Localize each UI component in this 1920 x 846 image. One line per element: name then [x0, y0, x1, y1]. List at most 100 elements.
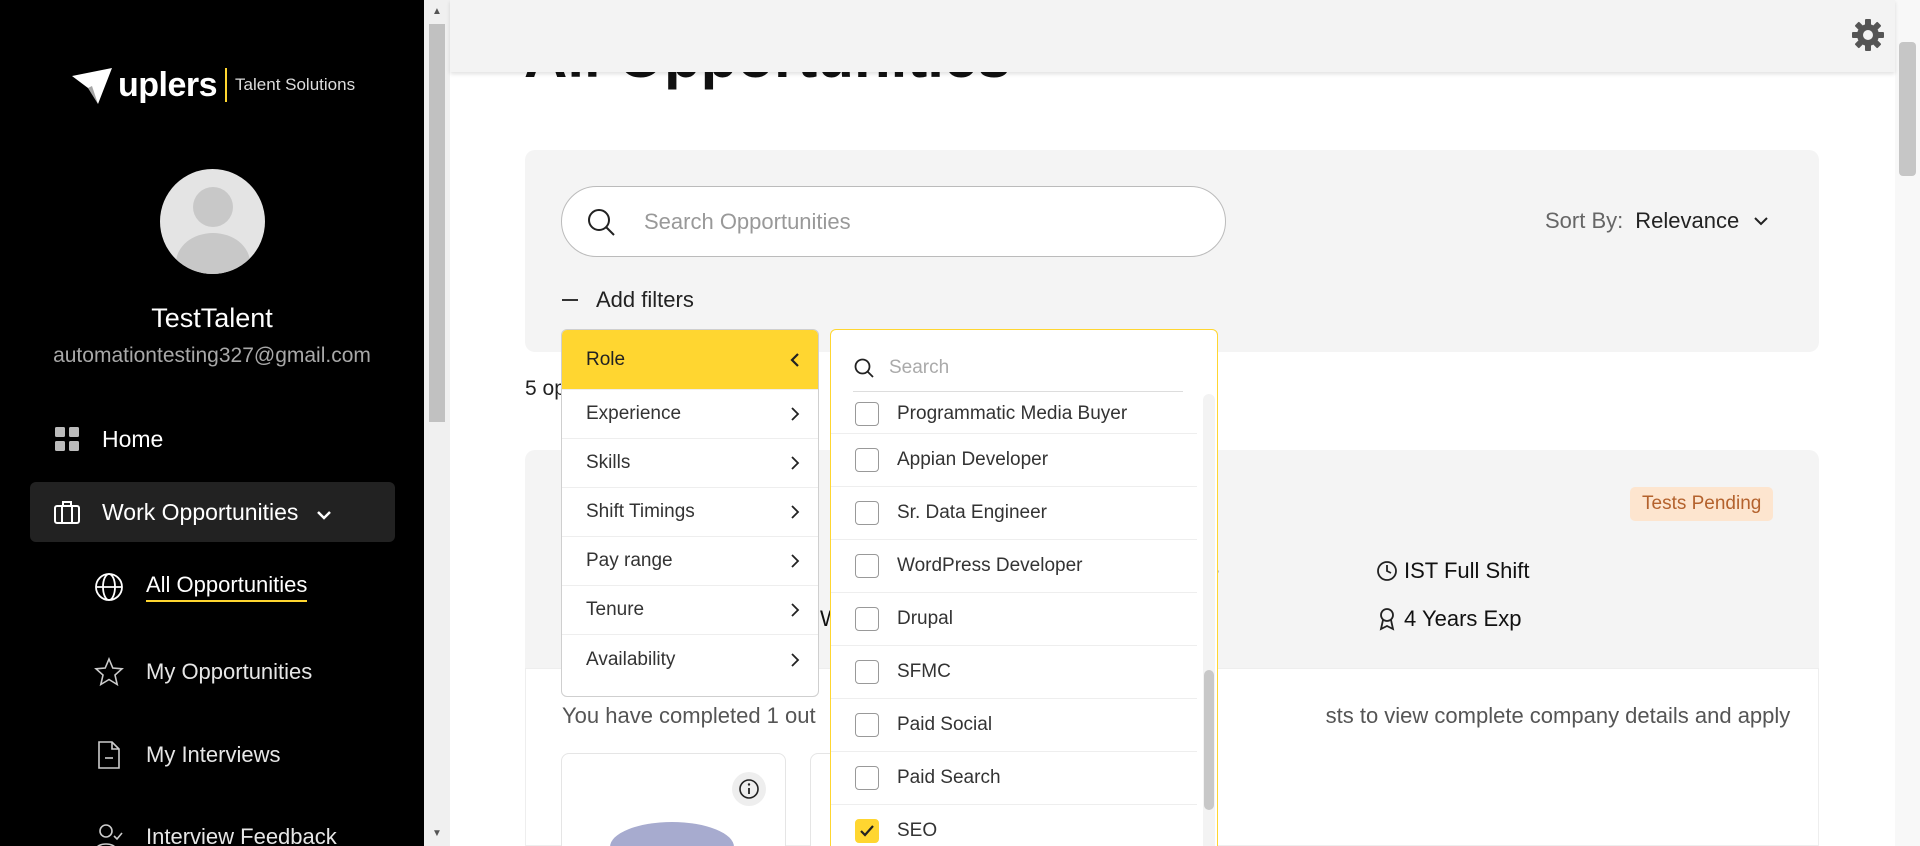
- page-scrollbar[interactable]: ▲ ▼: [424, 0, 450, 846]
- role-option[interactable]: WordPress Developer: [831, 540, 1197, 593]
- add-filters-toggle[interactable]: Add filters: [562, 287, 694, 313]
- role-search-input[interactable]: [889, 356, 1169, 379]
- chevron-down-icon: [316, 499, 332, 526]
- filter-category-label: Tenure: [586, 599, 645, 620]
- role-option[interactable]: SFMC: [831, 646, 1197, 699]
- role-option[interactable]: Drupal: [831, 593, 1197, 646]
- role-option[interactable]: Appian Developer: [831, 434, 1197, 487]
- role-option-label: Sr. Data Engineer: [897, 502, 1047, 523]
- sort-label: Sort By:: [1545, 208, 1624, 233]
- shift-info: IST Full Shift: [1376, 558, 1530, 584]
- filter-category-label: Experience: [586, 403, 682, 424]
- avatar[interactable]: [160, 169, 265, 274]
- role-option-label: WordPress Developer: [897, 555, 1083, 576]
- role-option-label: Appian Developer: [897, 449, 1049, 470]
- search-input[interactable]: [644, 208, 1164, 235]
- minus-icon: [562, 299, 578, 301]
- checkbox-checked[interactable]: [855, 819, 879, 843]
- options-scrollbar[interactable]: [1203, 394, 1215, 846]
- top-bar: [450, 0, 1895, 72]
- role-option[interactable]: SEO: [831, 805, 1197, 846]
- content-scrollbar[interactable]: [1895, 0, 1920, 846]
- sub-nav-my-opportunities[interactable]: My Opportunities: [92, 655, 312, 689]
- results-count: 5 op: [525, 377, 566, 400]
- star-icon: [92, 655, 126, 689]
- sub-nav-my-interviews[interactable]: My Interviews: [92, 738, 280, 772]
- sub-nav-interviews-label: My Interviews: [146, 742, 281, 767]
- gear-icon[interactable]: [1851, 18, 1885, 52]
- sub-nav-all-label: All Opportunities: [146, 572, 308, 602]
- scroll-down-arrow-icon[interactable]: ▼: [424, 824, 450, 842]
- filter-category-label: Role: [586, 348, 626, 370]
- avatar-head: [193, 187, 233, 227]
- user-check-icon: [92, 820, 126, 846]
- chevron-right-icon: [791, 652, 800, 667]
- globe-icon: [92, 570, 126, 604]
- content-scrollbar-thumb[interactable]: [1899, 42, 1916, 176]
- role-option-label: Drupal: [897, 608, 953, 629]
- role-option[interactable]: Paid Social: [831, 699, 1197, 752]
- filter-category-pay-range[interactable]: Pay range: [562, 537, 818, 586]
- nav-work-opportunities[interactable]: Work Opportunities: [30, 482, 395, 542]
- add-filters-label: Add filters: [596, 287, 694, 312]
- scrollbar-thumb[interactable]: [429, 24, 445, 422]
- role-option[interactable]: Sr. Data Engineer: [831, 487, 1197, 540]
- nav-home[interactable]: Home: [30, 409, 395, 469]
- avatar-body: [176, 233, 250, 274]
- filter-category-role[interactable]: Role: [562, 330, 818, 390]
- sub-nav-feedback-label: Interview Feedback: [146, 824, 337, 846]
- sub-nav-interview-feedback[interactable]: Interview Feedback: [92, 820, 337, 846]
- filter-category-availability[interactable]: Availability: [562, 635, 818, 684]
- role-options-panel: Programmatic Media Buyer Appian Develope…: [830, 329, 1218, 846]
- role-option-label: SFMC: [897, 661, 951, 682]
- briefcase-icon: [52, 497, 82, 527]
- document-icon: [92, 738, 126, 772]
- checkbox[interactable]: [855, 713, 879, 737]
- role-option-label: SEO: [897, 820, 938, 841]
- checkbox[interactable]: [855, 401, 879, 426]
- chevron-left-icon: [790, 352, 799, 367]
- filter-category-label: Skills: [586, 452, 631, 473]
- opportunity-search[interactable]: [561, 186, 1226, 257]
- logo-divider: [225, 68, 228, 102]
- checkbox[interactable]: [855, 607, 879, 631]
- nav-home-label: Home: [102, 425, 164, 452]
- chevron-down-icon: [1754, 217, 1768, 226]
- sub-nav-all-opportunities[interactable]: All Opportunities: [92, 570, 308, 604]
- filter-category-skills[interactable]: Skills: [562, 439, 818, 488]
- filter-category-experience[interactable]: Experience: [562, 390, 818, 439]
- checkbox[interactable]: [855, 660, 879, 684]
- role-option-label: Paid Social: [897, 714, 993, 735]
- role-option[interactable]: Paid Search: [831, 752, 1197, 805]
- uplers-logo-mark-icon: [72, 68, 112, 104]
- nav-work-label: Work Opportunities: [102, 498, 299, 525]
- checkbox[interactable]: [855, 766, 879, 790]
- info-icon[interactable]: [732, 772, 766, 806]
- checkbox[interactable]: [855, 501, 879, 525]
- filter-category-shift-timings[interactable]: Shift Timings: [562, 488, 818, 537]
- role-option-label: Programmatic Media Buyer: [897, 402, 1128, 424]
- role-options-search[interactable]: [853, 344, 1183, 392]
- chevron-right-icon: [791, 603, 800, 617]
- filter-category-label: Availability: [586, 648, 676, 670]
- sort-dropdown[interactable]: Sort By: Relevance: [1545, 208, 1769, 234]
- grid-icon: [52, 424, 82, 454]
- scroll-up-arrow-icon[interactable]: ▲: [424, 2, 450, 20]
- completion-message-end: sts to view complete company details and…: [1325, 703, 1791, 728]
- uplers-logo[interactable]: uplers Talent Solutions: [68, 64, 355, 106]
- role-option-label: Paid Search: [897, 767, 1001, 788]
- search-icon: [854, 358, 874, 378]
- filter-category-label: Shift Timings: [586, 501, 695, 522]
- chevron-right-icon: [791, 407, 800, 421]
- filter-categories-menu: Role Experience Skills Shift Timings Pay…: [561, 329, 819, 697]
- filter-category-tenure[interactable]: Tenure: [562, 586, 818, 635]
- user-email: automationtesting327@gmail.com: [53, 344, 371, 367]
- checkbox[interactable]: [855, 554, 879, 578]
- chevron-right-icon: [791, 505, 800, 519]
- status-badge: Tests Pending: [1630, 487, 1774, 521]
- options-scrollbar-thumb[interactable]: [1204, 670, 1214, 810]
- checkbox[interactable]: [855, 448, 879, 472]
- sub-nav-my-label: My Opportunities: [146, 659, 313, 684]
- completion-message-start: You have completed 1 out: [562, 703, 816, 728]
- role-option[interactable]: Programmatic Media Buyer: [831, 394, 1197, 434]
